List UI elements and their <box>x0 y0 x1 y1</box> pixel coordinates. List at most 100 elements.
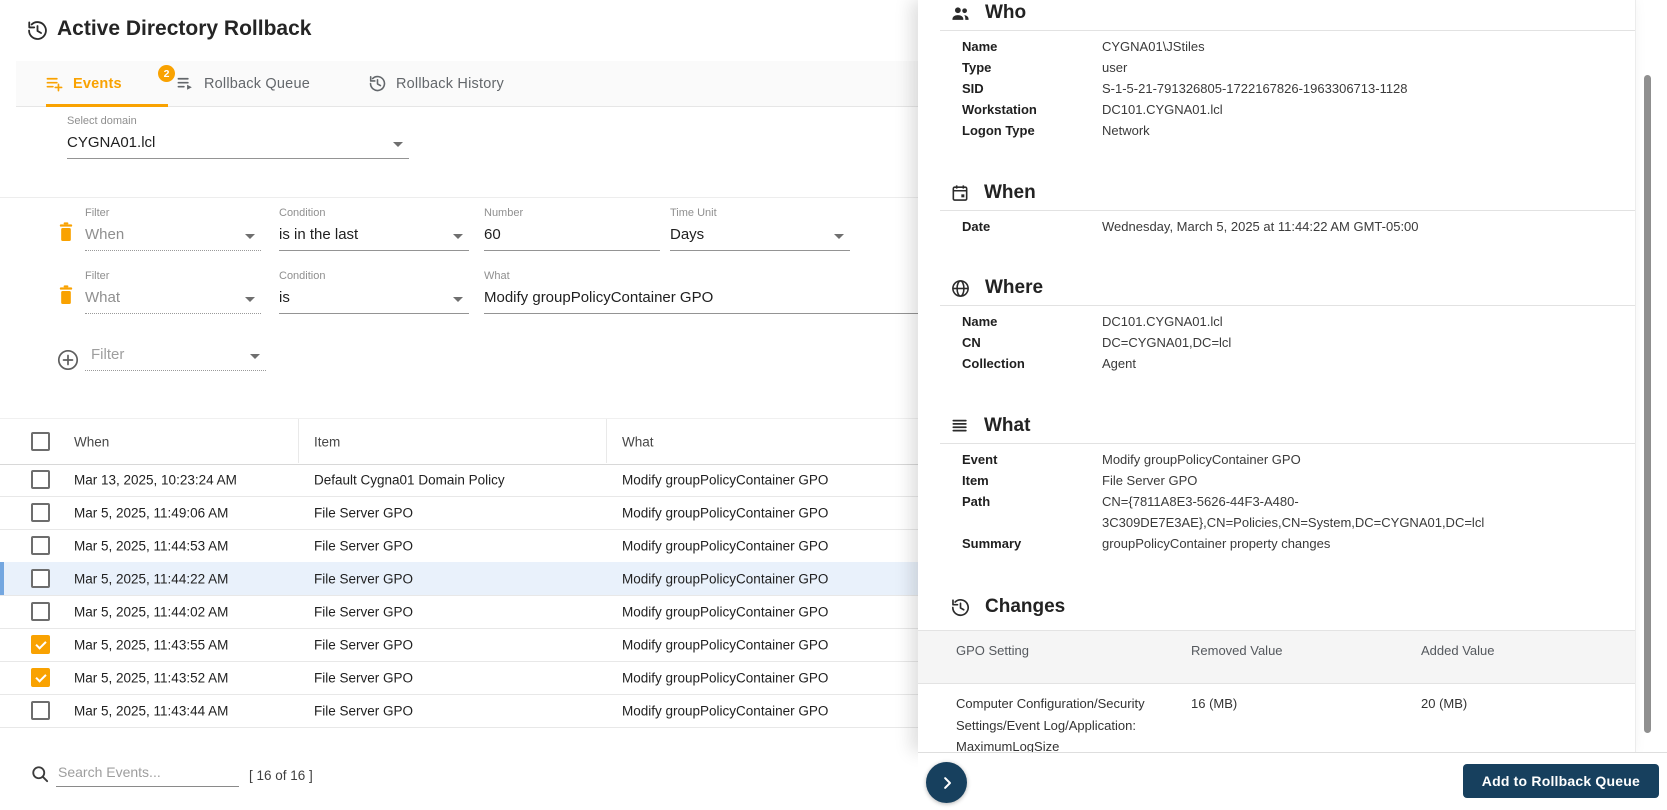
what-label: What <box>484 270 510 282</box>
detail-row: Date Wednesday, March 5, 2025 at 11:44:22… <box>962 219 1419 234</box>
event-row[interactable]: Mar 5, 2025, 11:44:02 AM File Server GPO… <box>0 595 918 629</box>
tab-history-label: Rollback History <box>396 75 504 92</box>
condition-select-what[interactable]: Condition is <box>279 269 469 314</box>
filter-type-label: Filter <box>85 207 110 219</box>
row-checkbox-checked[interactable] <box>31 668 50 687</box>
search-events-input[interactable] <box>56 762 239 787</box>
event-item: File Server GPO <box>314 505 414 520</box>
chevron-down-icon <box>453 234 463 239</box>
globe-icon <box>950 278 971 299</box>
section-heading: Who <box>985 2 1027 23</box>
people-icon <box>950 3 971 24</box>
tab-rollback-history[interactable]: Rollback History <box>368 61 504 106</box>
event-when: Mar 5, 2025, 11:43:52 AM <box>74 670 229 685</box>
what-section: What Event Modify groupPolicyContainer GP… <box>918 413 1635 554</box>
row-checkbox[interactable] <box>31 569 50 588</box>
event-what: Modify groupPolicyContainer GPO <box>622 505 829 520</box>
column-header-what[interactable]: What <box>622 434 654 449</box>
event-row[interactable]: Mar 13, 2025, 10:23:24 AM Default Cygna0… <box>0 463 918 497</box>
detail-row: Path CN={7811A8E3-5626-44F3-A480-3C309DE7… <box>962 494 1485 530</box>
tab-bar: Events 2 Rollback Queue Rollback History <box>16 61 918 107</box>
event-when: Mar 5, 2025, 11:43:55 AM <box>74 637 229 652</box>
time-unit-select[interactable]: Time Unit Days <box>670 206 850 251</box>
column-divider <box>298 419 299 463</box>
who-section: Who Name CYGNA01\JStiles Type user SID S-1-… <box>918 0 1635 141</box>
filter-type-value: When <box>85 226 261 251</box>
row-checkbox[interactable] <box>31 470 50 489</box>
delete-what-filter-button[interactable] <box>56 284 76 306</box>
row-checkbox[interactable] <box>31 536 50 555</box>
active-directory-rollback-app: Active Directory Rollback Events 2 Rollb… <box>0 0 1667 810</box>
calendar-icon <box>950 183 970 203</box>
column-header-added-value: Added Value <box>1421 643 1495 658</box>
changes-table-row: Computer Configuration/Security Settings… <box>918 684 1635 758</box>
history-icon <box>368 74 387 93</box>
detail-row: Summary groupPolicyContainer property cha… <box>962 536 1331 551</box>
detail-row: Name DC101.CYGNA01.lcl <box>962 314 1223 329</box>
column-header-when[interactable]: When <box>74 434 109 449</box>
event-row[interactable]: Mar 5, 2025, 11:43:55 AM File Server GPO… <box>0 628 918 662</box>
event-when: Mar 5, 2025, 11:49:06 AM <box>74 505 229 520</box>
filter-type-select-what[interactable]: Filter What <box>85 269 261 314</box>
select-domain-dropdown[interactable]: Select domain CYGNA01.lcl <box>67 114 409 159</box>
detail-row: Type user <box>962 60 1128 75</box>
history-icon <box>950 597 971 618</box>
detail-row: Item File Server GPO <box>962 473 1198 488</box>
event-item: File Server GPO <box>314 571 414 586</box>
event-what: Modify groupPolicyContainer GPO <box>622 538 829 553</box>
add-to-rollback-queue-button[interactable]: Add to Rollback Queue <box>1462 764 1659 798</box>
event-row-selected[interactable]: Mar 5, 2025, 11:44:22 AM File Server GPO… <box>0 562 918 596</box>
event-item: File Server GPO <box>314 604 414 619</box>
tab-events[interactable]: Events <box>45 61 168 107</box>
changes-table-header: GPO Setting Removed Value Added Value <box>918 630 1635 684</box>
scrollbar-thumb[interactable] <box>1644 75 1651 733</box>
changes-section: Changes GPO Setting Removed Value Added … <box>918 594 1635 758</box>
event-when: Mar 5, 2025, 11:44:22 AM <box>74 571 229 586</box>
event-row[interactable]: Mar 5, 2025, 11:44:53 AM File Server GPO… <box>0 529 918 563</box>
column-divider <box>606 419 607 463</box>
chevron-down-icon <box>250 354 260 359</box>
section-heading: Changes <box>985 596 1066 617</box>
row-checkbox[interactable] <box>31 503 50 522</box>
details-footer: Add to Rollback Queue <box>918 752 1667 810</box>
detail-row: CN DC=CYGNA01,DC=lcl <box>962 335 1232 350</box>
number-input[interactable]: Number 60 <box>484 206 660 251</box>
chevron-down-icon <box>834 234 844 239</box>
detail-row: Event Modify groupPolicyContainer GPO <box>962 452 1301 467</box>
event-details-panel: Who Name CYGNA01\JStiles Type user SID S-1-… <box>918 0 1636 754</box>
column-header-removed-value: Removed Value <box>1191 643 1283 658</box>
list-add-icon <box>45 74 64 93</box>
event-when: Mar 5, 2025, 11:44:02 AM <box>74 604 229 619</box>
row-checkbox-checked[interactable] <box>31 635 50 654</box>
event-what: Modify groupPolicyContainer GPO <box>622 604 829 619</box>
condition-select-when[interactable]: Condition is in the last <box>279 206 469 251</box>
event-row[interactable]: Mar 5, 2025, 11:43:52 AM File Server GPO… <box>0 661 918 695</box>
row-checkbox[interactable] <box>31 701 50 720</box>
condition-label: Condition <box>279 207 326 219</box>
condition-value: is <box>279 289 469 314</box>
when-section: When Date Wednesday, March 5, 2025 at 11:… <box>918 180 1635 237</box>
time-unit-label: Time Unit <box>670 207 717 219</box>
delete-when-filter-button[interactable] <box>56 221 76 243</box>
filter-type-select-when[interactable]: Filter When <box>85 206 261 251</box>
what-value-input[interactable]: What Modify groupPolicyContainer GPO <box>484 269 918 314</box>
where-section: Where Name DC101.CYGNA01.lcl CN DC=CYGNA01… <box>918 275 1635 374</box>
column-header-item[interactable]: Item <box>314 434 340 449</box>
row-checkbox[interactable] <box>31 602 50 621</box>
active-tab-indicator <box>46 104 168 107</box>
tab-rollback-queue[interactable]: Rollback Queue <box>176 61 310 106</box>
filters-divider <box>0 197 918 198</box>
added-value: 20 (MB) <box>1421 696 1468 711</box>
select-all-checkbox[interactable] <box>31 432 50 451</box>
section-heading: Where <box>985 277 1044 298</box>
filter-type-value: What <box>85 289 261 314</box>
plus-circle-icon[interactable] <box>56 348 80 372</box>
event-row[interactable]: Mar 5, 2025, 11:49:06 AM File Server GPO… <box>0 496 918 530</box>
collapse-panel-button[interactable] <box>926 762 967 803</box>
page-title: Active Directory Rollback <box>57 17 312 40</box>
event-what: Modify groupPolicyContainer GPO <box>622 703 829 718</box>
add-filter-select[interactable]: Filter <box>85 346 266 371</box>
event-row[interactable]: Mar 5, 2025, 11:43:44 AM File Server GPO… <box>0 694 918 728</box>
section-heading: When <box>984 182 1036 203</box>
event-what: Modify groupPolicyContainer GPO <box>622 637 829 652</box>
